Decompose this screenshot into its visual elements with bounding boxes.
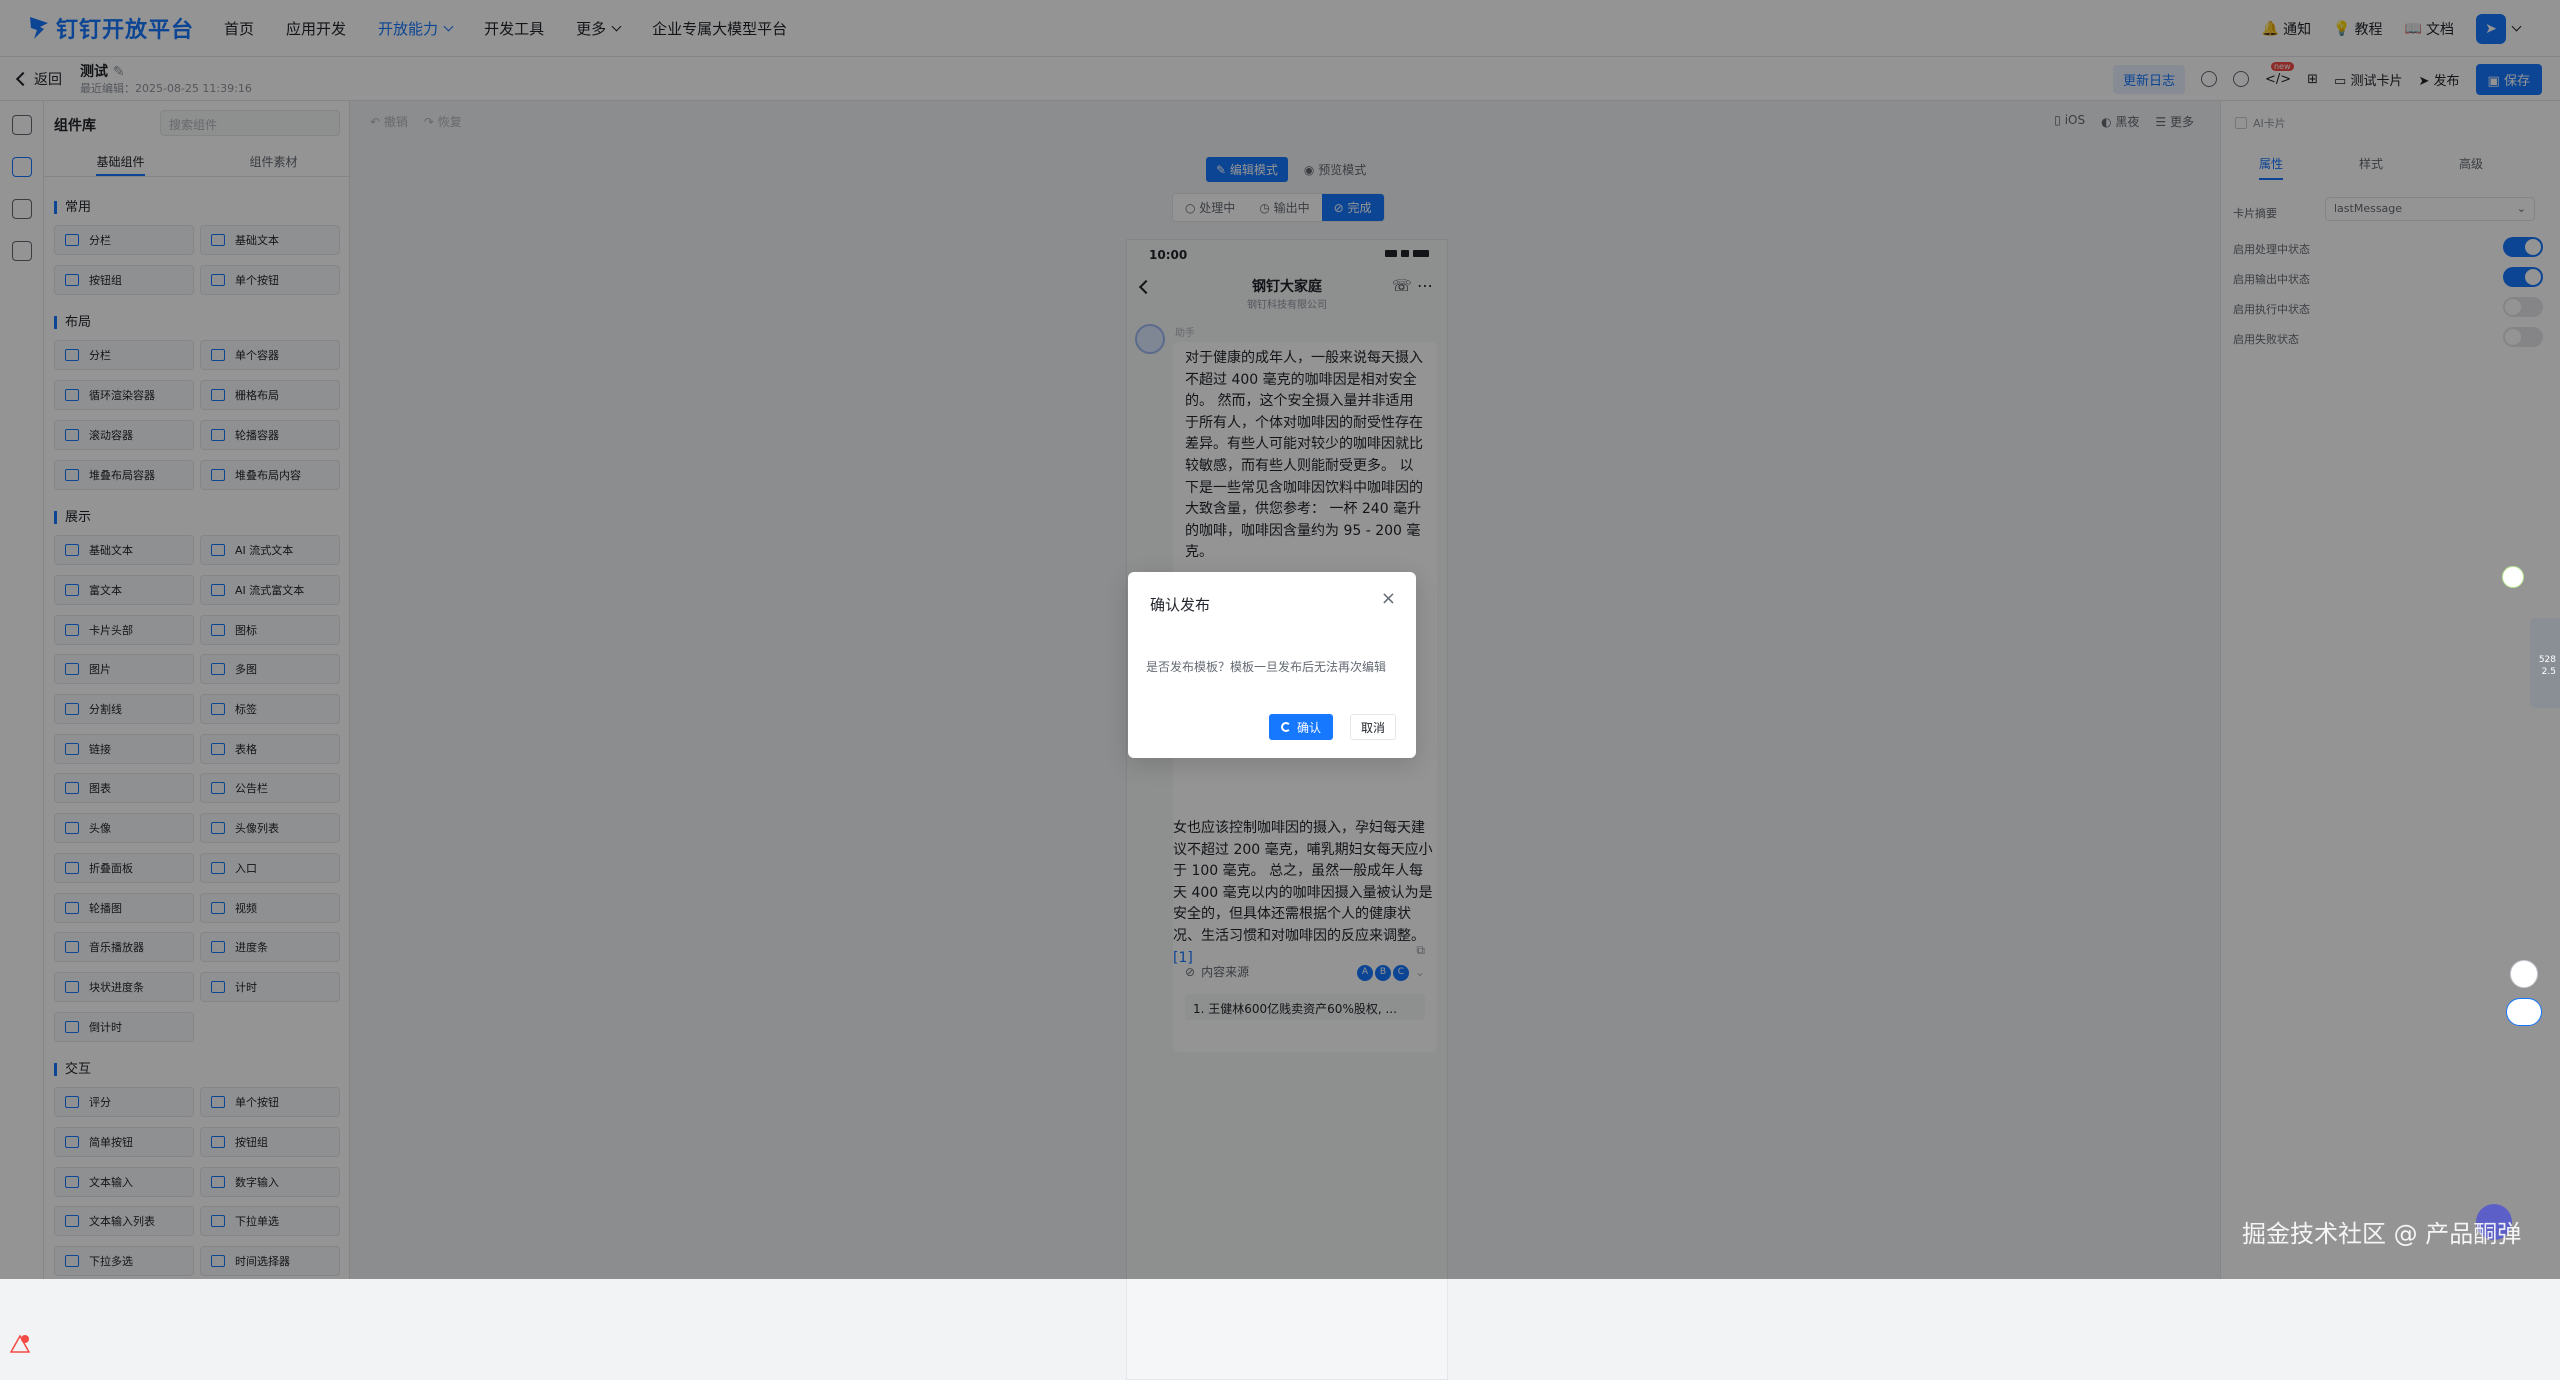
confirm-button[interactable]: 确认 [1269, 714, 1334, 740]
dialog-message: 是否发布模板？模板一旦发布后无法再次编辑 [1146, 660, 1387, 674]
close-icon[interactable]: × [1381, 588, 1396, 609]
loading-icon [1281, 722, 1291, 732]
cancel-button[interactable]: 取消 [1350, 714, 1397, 740]
assistant-icon[interactable] [2502, 566, 2524, 588]
confirm-publish-dialog: 确认发布 × 是否发布模板？模板一旦发布后无法再次编辑 确认 取消 [1128, 572, 1416, 758]
warning-icon[interactable] [10, 1335, 30, 1353]
command-icon[interactable] [2510, 960, 2538, 988]
chatbot-icon[interactable] [2506, 998, 2542, 1026]
side-metrics[interactable]: 528 2.5 [2530, 618, 2560, 708]
watermark: 掘金技术社区 @ 产品酮弹 [2242, 1220, 2522, 1248]
dialog-title: 确认发布 [1150, 596, 1211, 614]
